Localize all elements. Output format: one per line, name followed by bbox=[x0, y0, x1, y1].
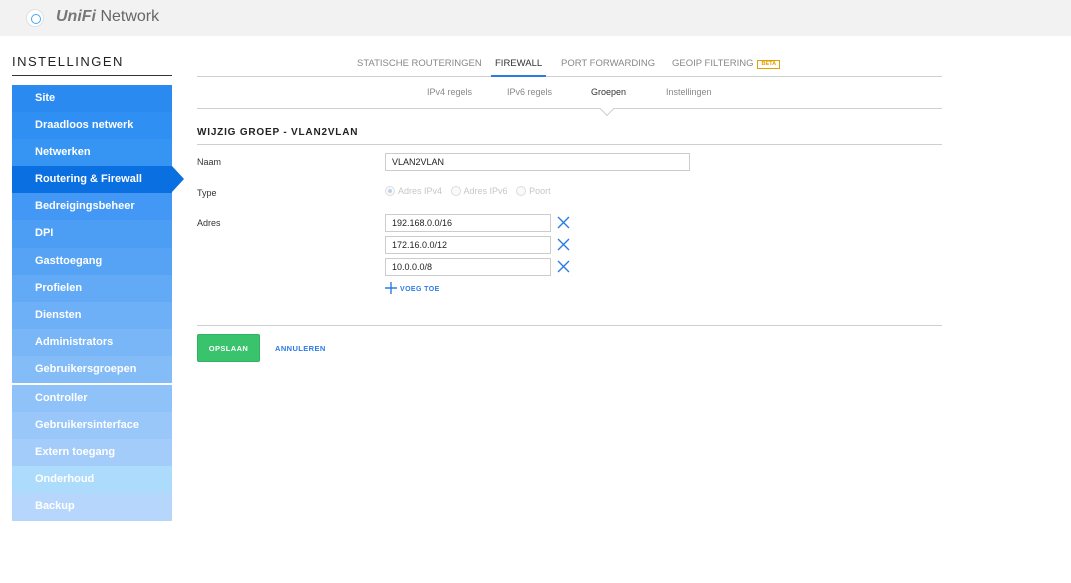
sidebar-item-label: Site bbox=[35, 92, 56, 104]
app-brand: UniFi Network bbox=[56, 8, 159, 26]
sidebar-item-wireless[interactable]: Draadloos netwerk bbox=[12, 112, 172, 140]
tab-label: STATISCHE ROUTERINGEN bbox=[357, 58, 482, 69]
brand-unifi: UniFi bbox=[56, 8, 96, 25]
sidebar-item-site[interactable]: Site bbox=[12, 85, 172, 113]
radio-label: Poort bbox=[529, 186, 551, 196]
subtab-settings[interactable]: Instellingen bbox=[666, 87, 712, 97]
sidebar-item-label: DPI bbox=[35, 227, 54, 240]
add-address-label: VOEG TOE bbox=[400, 286, 440, 293]
radio-address-ipv6[interactable]: Adres IPv6 bbox=[450, 186, 508, 196]
sidebar-item-user-interface[interactable]: Gebruikersinterface bbox=[12, 412, 172, 440]
address-input[interactable] bbox=[385, 258, 551, 276]
subtab-label: IPv4 regels bbox=[427, 87, 473, 97]
subtab-ipv4-rules[interactable]: IPv4 regels bbox=[427, 87, 472, 97]
sidebar-item-user-groups[interactable]: Gebruikersgroepen bbox=[12, 355, 172, 384]
section-divider bbox=[197, 144, 942, 145]
add-address-button[interactable]: VOEG TOE bbox=[385, 282, 440, 294]
sidebar-item-maintenance[interactable]: Onderhoud bbox=[12, 466, 172, 494]
address-label: Adres bbox=[197, 218, 221, 228]
subtab-ipv6-rules[interactable]: IPv6 regels bbox=[507, 87, 552, 97]
sidebar-item-networks[interactable]: Netwerken bbox=[12, 139, 172, 167]
radio-port[interactable]: Poort bbox=[516, 186, 551, 196]
sidebar-item-profiles[interactable]: Profielen bbox=[12, 274, 172, 302]
tab-firewall[interactable]: FIREWALL bbox=[491, 58, 547, 77]
sidebar-item-label: Netwerken bbox=[35, 146, 91, 159]
radio-dot bbox=[450, 186, 461, 196]
tab-static-routes[interactable]: STATISCHE ROUTERINGEN bbox=[357, 58, 482, 69]
sidebar-item-controller[interactable]: Controller bbox=[12, 385, 172, 413]
radio-dot bbox=[516, 186, 527, 196]
subtab-label: IPv6 regels bbox=[507, 87, 553, 97]
active-tab-underline bbox=[491, 75, 547, 77]
sidebar-item-label: Gebruikersgroepen bbox=[35, 362, 137, 375]
subtab-label: Instellingen bbox=[666, 87, 712, 97]
subtab-groups[interactable]: Groepen bbox=[591, 87, 626, 97]
sidebar-item-remote-access[interactable]: Extern toegang bbox=[12, 439, 172, 467]
sidebar-item-label: Routering & Firewall bbox=[35, 173, 142, 186]
sidebar-item-services[interactable]: Diensten bbox=[12, 301, 172, 329]
sidebar-item-label: Bedreigingsbeheer bbox=[35, 200, 135, 213]
radio-dot bbox=[385, 186, 395, 196]
close-icon[interactable] bbox=[557, 238, 570, 251]
sidebar-item-label: Administrators bbox=[35, 335, 114, 348]
type-radio-group: Adres IPv4 Adres IPv6 Poort bbox=[385, 186, 557, 196]
brand-network: Network bbox=[100, 8, 160, 25]
radio-label: Adres IPv6 bbox=[463, 186, 508, 196]
name-input[interactable] bbox=[385, 153, 690, 171]
subtab-label: Groepen bbox=[591, 87, 627, 97]
sidebar-item-backup[interactable]: Backup bbox=[12, 493, 172, 521]
sidebar-item-threat-management[interactable]: Bedreigingsbeheer bbox=[12, 193, 172, 221]
address-input[interactable] bbox=[385, 214, 551, 232]
type-label: Type bbox=[197, 188, 217, 198]
ubiquiti-logo-icon[interactable] bbox=[26, 9, 44, 27]
tab-label: FIREWALL bbox=[495, 58, 543, 69]
sidebar-item-guest-access[interactable]: Gasttoegang bbox=[12, 247, 172, 275]
close-icon[interactable] bbox=[557, 260, 570, 273]
firewall-subtabs: IPv4 regels IPv6 regels Groepen Instelli… bbox=[197, 82, 942, 117]
name-label: Naam bbox=[197, 157, 222, 167]
save-button[interactable]: OPSLAAN bbox=[197, 334, 260, 362]
radio-label: Adres IPv4 bbox=[398, 186, 443, 196]
address-input[interactable] bbox=[385, 236, 551, 254]
sidebar-title: INSTELLINGEN bbox=[12, 54, 124, 69]
top-bar: UniFi Network bbox=[0, 0, 1071, 36]
radio-address-ipv4[interactable]: Adres IPv4 bbox=[385, 186, 442, 196]
cancel-button[interactable]: ANNULEREN bbox=[275, 344, 326, 353]
sidebar-item-label: Backup bbox=[35, 500, 75, 513]
active-subtab-indicator bbox=[599, 101, 615, 117]
sidebar-divider bbox=[12, 75, 172, 76]
form-footer-divider bbox=[197, 325, 942, 326]
tab-label: GEOIP FILTERING bbox=[672, 58, 754, 69]
sidebar-item-routing-firewall[interactable]: Routering & Firewall bbox=[12, 166, 184, 194]
sidebar-item-administrators[interactable]: Administrators bbox=[12, 328, 172, 356]
sidebar-item-label: Controller bbox=[35, 392, 88, 405]
form-title: WIJZIG GROEP - VLAN2VLAN bbox=[197, 127, 359, 138]
tab-geoip-filtering[interactable]: GEOIP FILTERING BETA bbox=[672, 58, 781, 69]
sidebar-item-label: Onderhoud bbox=[35, 473, 95, 486]
sidebar-item-label: Diensten bbox=[35, 308, 82, 321]
routing-tabs: STATISCHE ROUTERINGEN FIREWALL PORT FORW… bbox=[197, 54, 942, 77]
sidebar-item-label: Draadloos netwerk bbox=[35, 119, 134, 132]
sidebar: Site Draadloos netwerk Netwerken Routeri… bbox=[12, 85, 184, 521]
sidebar-item-label: Extern toegang bbox=[35, 446, 116, 459]
tab-port-forwarding[interactable]: PORT FORWARDING bbox=[561, 58, 655, 69]
sidebar-item-label: Gebruikersinterface bbox=[35, 419, 139, 432]
sidebar-item-dpi[interactable]: DPI bbox=[12, 220, 172, 248]
sidebar-item-label: Profielen bbox=[35, 281, 83, 294]
beta-badge: BETA bbox=[757, 60, 781, 69]
plus-icon bbox=[385, 282, 397, 294]
close-icon[interactable] bbox=[557, 216, 570, 229]
tab-label: PORT FORWARDING bbox=[561, 58, 656, 69]
sidebar-item-label: Gasttoegang bbox=[35, 254, 103, 267]
